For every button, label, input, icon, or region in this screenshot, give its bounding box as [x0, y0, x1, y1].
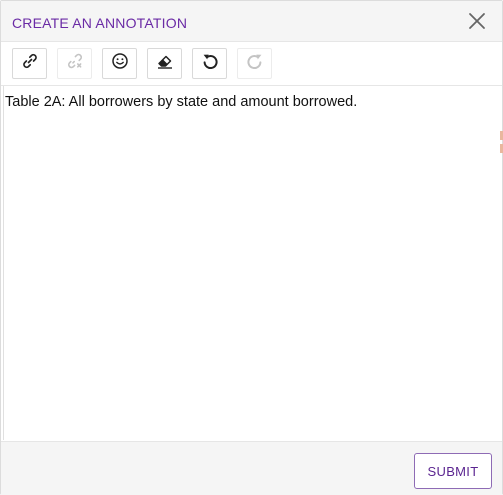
annotation-editor[interactable]: Table 2A: All borrowers by state and amo… — [3, 86, 501, 440]
undo-icon — [201, 52, 219, 75]
unlink-button[interactable] — [57, 48, 92, 79]
link-button[interactable] — [12, 48, 47, 79]
annotation-dialog: CREATE AN ANNOTATION Table 2A: All borro… — [0, 0, 503, 495]
emoji-button[interactable] — [102, 48, 137, 79]
undo-button[interactable] — [192, 48, 227, 79]
smiley-icon — [111, 52, 129, 75]
eraser-button[interactable] — [147, 48, 182, 79]
dialog-footer: SUBMIT — [1, 441, 502, 495]
annotation-text[interactable]: Table 2A: All borrowers by state and amo… — [5, 94, 357, 111]
redo-button[interactable] — [237, 48, 272, 79]
submit-button[interactable]: SUBMIT — [414, 453, 492, 489]
redo-icon — [246, 52, 264, 75]
dialog-header: CREATE AN ANNOTATION — [1, 1, 502, 42]
link-icon — [21, 52, 39, 75]
dialog-title: CREATE AN ANNOTATION — [12, 15, 188, 31]
editor-toolbar — [1, 42, 502, 86]
eraser-icon — [156, 52, 174, 75]
unlink-icon — [66, 52, 84, 75]
close-icon[interactable] — [467, 11, 487, 31]
